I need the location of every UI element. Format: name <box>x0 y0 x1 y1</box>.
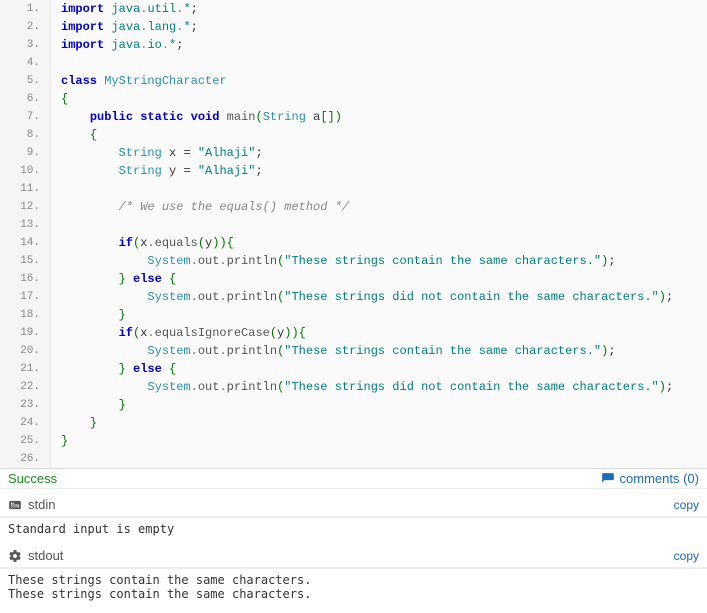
code-line: 10. String y = "Alhaji"; <box>0 162 707 180</box>
comment-icon <box>601 472 615 486</box>
line-number: 19. <box>0 324 51 342</box>
code-content: } <box>51 414 97 432</box>
code-content: } <box>51 396 126 414</box>
code-line: 15. System.out.println("These strings co… <box>0 252 707 270</box>
code-content: /* We use the equals() method */ <box>51 198 349 216</box>
line-number: 14. <box>0 234 51 252</box>
line-number: 23. <box>0 396 51 414</box>
stdout-copy-link[interactable]: copy <box>674 549 699 563</box>
stdout-content: These strings contain the same character… <box>0 569 707 605</box>
code-line: 17. System.out.println("These strings di… <box>0 288 707 306</box>
code-block: 1.import java.util.*;2.import java.lang.… <box>0 0 707 469</box>
code-content: if(x.equals(y)){ <box>51 234 234 252</box>
code-content: String x = "Alhaji"; <box>51 144 263 162</box>
code-content <box>51 450 61 468</box>
code-content: import java.lang.*; <box>51 18 198 36</box>
code-content: { <box>51 90 68 108</box>
code-line: 1.import java.util.*; <box>0 0 707 18</box>
code-line: 9. String x = "Alhaji"; <box>0 144 707 162</box>
line-number: 22. <box>0 378 51 396</box>
line-number: 1. <box>0 0 51 18</box>
code-content: System.out.println("These strings contai… <box>51 342 616 360</box>
stdin-label: stdin <box>28 497 55 512</box>
line-number: 11. <box>0 180 51 198</box>
code-content: System.out.println("These strings contai… <box>51 252 616 270</box>
line-number: 9. <box>0 144 51 162</box>
code-line: 22. System.out.println("These strings di… <box>0 378 707 396</box>
code-line: 5.class MyStringCharacter <box>0 72 707 90</box>
code-line: 2.import java.lang.*; <box>0 18 707 36</box>
code-line: 25.} <box>0 432 707 450</box>
status-success: Success <box>8 471 57 486</box>
line-number: 7. <box>0 108 51 126</box>
line-number: 25. <box>0 432 51 450</box>
code-content: import java.io.*; <box>51 36 183 54</box>
line-number: 3. <box>0 36 51 54</box>
line-number: 5. <box>0 72 51 90</box>
gears-icon <box>8 549 22 563</box>
line-number: 26. <box>0 450 51 468</box>
line-number: 13. <box>0 216 51 234</box>
code-line: 26. <box>0 450 707 468</box>
code-line: 7. public static void main(String a[]) <box>0 108 707 126</box>
line-number: 8. <box>0 126 51 144</box>
line-number: 10. <box>0 162 51 180</box>
code-line: 4. <box>0 54 707 72</box>
code-content: public static void main(String a[]) <box>51 108 342 126</box>
code-content: { <box>51 126 97 144</box>
code-line: 14. if(x.equals(y)){ <box>0 234 707 252</box>
code-content: String y = "Alhaji"; <box>51 162 263 180</box>
code-line: 12. /* We use the equals() method */ <box>0 198 707 216</box>
code-content: System.out.println("These strings did no… <box>51 288 673 306</box>
line-number: 15. <box>0 252 51 270</box>
code-content: class MyStringCharacter <box>51 72 227 90</box>
code-content: } else { <box>51 270 176 288</box>
code-line: 8. { <box>0 126 707 144</box>
line-number: 12. <box>0 198 51 216</box>
line-number: 20. <box>0 342 51 360</box>
code-line: 13. <box>0 216 707 234</box>
code-line: 11. <box>0 180 707 198</box>
line-number: 17. <box>0 288 51 306</box>
stdin-content: Standard input is empty <box>0 518 707 540</box>
comments-link[interactable]: comments (0) <box>601 471 699 486</box>
line-number: 24. <box>0 414 51 432</box>
stdin-header: stdin copy <box>0 493 707 517</box>
code-line: 3.import java.io.*; <box>0 36 707 54</box>
code-line: 23. } <box>0 396 707 414</box>
status-row: Success comments (0) <box>0 469 707 489</box>
code-content: import java.util.*; <box>51 0 198 18</box>
stdin-title: stdin <box>8 497 55 512</box>
line-number: 2. <box>0 18 51 36</box>
code-line: 21. } else { <box>0 360 707 378</box>
code-line: 18. } <box>0 306 707 324</box>
code-content: if(x.equalsIgnoreCase(y)){ <box>51 324 306 342</box>
code-line: 16. } else { <box>0 270 707 288</box>
line-number: 16. <box>0 270 51 288</box>
code-content <box>51 54 61 72</box>
line-number: 6. <box>0 90 51 108</box>
code-content: } <box>51 306 126 324</box>
code-line: 24. } <box>0 414 707 432</box>
line-number: 21. <box>0 360 51 378</box>
comments-text: comments (0) <box>620 471 699 486</box>
code-line: 19. if(x.equalsIgnoreCase(y)){ <box>0 324 707 342</box>
code-content <box>51 216 61 234</box>
keyboard-icon <box>8 498 22 512</box>
code-content: } else { <box>51 360 176 378</box>
line-number: 18. <box>0 306 51 324</box>
code-content <box>51 180 61 198</box>
stdout-header: stdout copy <box>0 544 707 568</box>
stdin-copy-link[interactable]: copy <box>674 498 699 512</box>
code-content: } <box>51 432 68 450</box>
stdout-title: stdout <box>8 548 63 563</box>
stdout-label: stdout <box>28 548 63 563</box>
line-number: 4. <box>0 54 51 72</box>
code-content: System.out.println("These strings did no… <box>51 378 673 396</box>
code-line: 6.{ <box>0 90 707 108</box>
code-line: 20. System.out.println("These strings co… <box>0 342 707 360</box>
